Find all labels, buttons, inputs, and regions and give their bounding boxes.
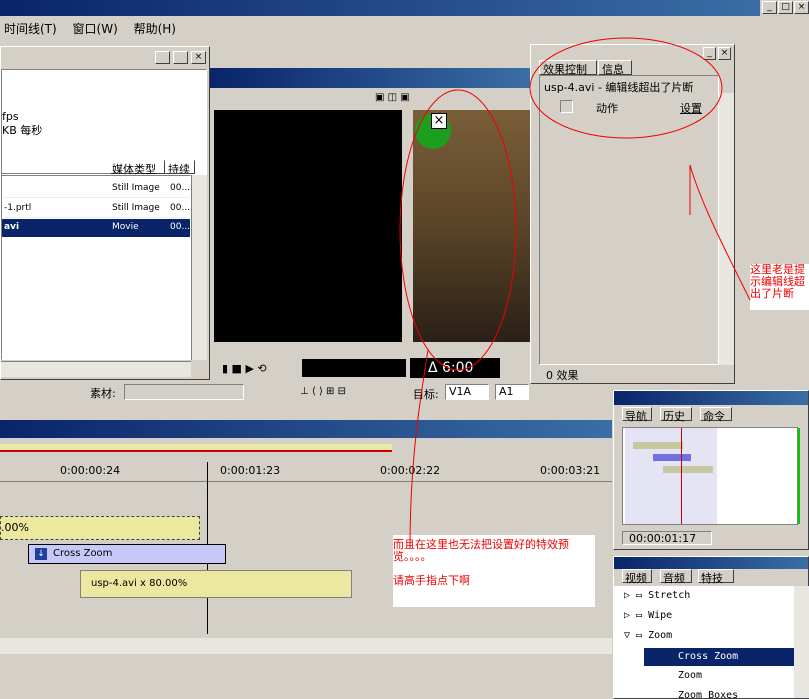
annotation-circles [399, 37, 751, 549]
red-arrow [409, 349, 429, 549]
red-arrow [689, 164, 751, 301]
red-circle [399, 89, 517, 371]
red-circle [529, 37, 723, 139]
